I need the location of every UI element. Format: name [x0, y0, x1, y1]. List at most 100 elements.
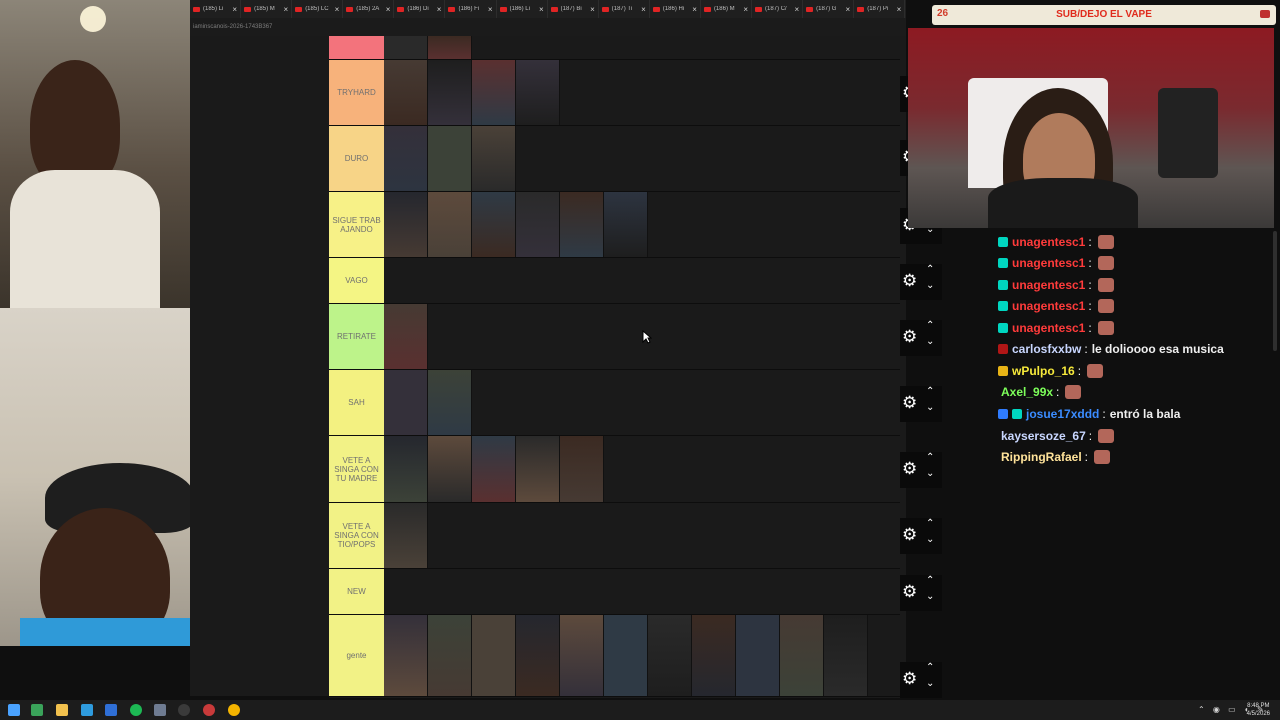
- browser-icon[interactable]: [81, 704, 93, 716]
- artist-thumbnail[interactable]: [560, 192, 604, 257]
- chat-username[interactable]: wPulpo_16: [1012, 364, 1075, 378]
- artist-thumbnail[interactable]: [384, 126, 428, 191]
- artist-thumbnail[interactable]: [516, 192, 560, 257]
- close-tab-icon[interactable]: ×: [743, 5, 748, 14]
- artist-thumbnail[interactable]: [428, 36, 472, 59]
- artist-thumbnail[interactable]: [516, 615, 560, 696]
- chevron-up-icon[interactable]: ⌃: [926, 452, 934, 463]
- artist-thumbnail[interactable]: [780, 615, 824, 696]
- chevron-down-icon[interactable]: ⌄: [926, 336, 934, 347]
- chat-username[interactable]: unagentesc1: [1012, 278, 1085, 292]
- tier-label[interactable]: [329, 36, 384, 59]
- chevron-up-icon[interactable]: ⌃: [926, 386, 934, 397]
- taskbar-clock[interactable]: 8:48 PM 4/5/2026: [1247, 702, 1270, 718]
- browser-tab[interactable]: (186) Di ×: [394, 0, 446, 18]
- tier-items[interactable]: [384, 436, 900, 502]
- artist-thumbnail[interactable]: [384, 36, 428, 59]
- artist-thumbnail[interactable]: [428, 370, 472, 435]
- chat-username[interactable]: carlosfxxbw: [1012, 342, 1081, 356]
- chat-username[interactable]: kaysersoze_67: [1001, 429, 1086, 443]
- artist-thumbnail[interactable]: [692, 615, 736, 696]
- gear-icon[interactable]: ⚙: [902, 669, 917, 689]
- tier-items[interactable]: [384, 36, 900, 59]
- chevron-down-icon[interactable]: ⌄: [926, 591, 934, 602]
- artist-thumbnail[interactable]: [648, 615, 692, 696]
- browser-tab[interactable]: (185) Li ×: [190, 0, 242, 18]
- artist-thumbnail[interactable]: [824, 615, 868, 696]
- browser-tab[interactable]: (186) M ×: [701, 0, 753, 18]
- chevron-down-icon[interactable]: ⌄: [926, 402, 934, 413]
- close-tab-icon[interactable]: ×: [539, 5, 544, 14]
- browser-tab[interactable]: (186) Fi ×: [445, 0, 497, 18]
- artist-thumbnail[interactable]: [384, 192, 428, 257]
- close-tab-icon[interactable]: ×: [386, 5, 391, 14]
- tier-label[interactable]: SAH: [329, 370, 384, 435]
- tier-label[interactable]: DURO: [329, 126, 384, 191]
- chat-username[interactable]: Axel_99x: [1001, 385, 1053, 399]
- tier-items[interactable]: [384, 126, 900, 191]
- close-tab-icon[interactable]: ×: [794, 5, 799, 14]
- artist-thumbnail[interactable]: [472, 436, 516, 502]
- artist-thumbnail[interactable]: [560, 615, 604, 696]
- gear-icon[interactable]: ⚙: [902, 582, 917, 602]
- chevron-down-icon[interactable]: ⌄: [926, 280, 934, 291]
- close-tab-icon[interactable]: ×: [897, 5, 902, 14]
- tier-items[interactable]: [384, 192, 900, 257]
- terminal-icon[interactable]: [31, 704, 43, 716]
- browser-tab[interactable]: (187) Pi ×: [854, 0, 906, 18]
- tier-label[interactable]: VAGO: [329, 258, 384, 303]
- browser-tab[interactable]: (187) Bi ×: [548, 0, 599, 18]
- chat-scrollbar[interactable]: [1273, 231, 1277, 351]
- close-tab-icon[interactable]: ×: [692, 5, 697, 14]
- chevron-up-icon[interactable]: ⌃: [926, 575, 934, 586]
- close-tab-icon[interactable]: ×: [590, 5, 595, 14]
- app-grid-icon[interactable]: [154, 704, 166, 716]
- chevron-up-icon[interactable]: ⌃: [926, 320, 934, 331]
- tier-label[interactable]: VETE A SINGA CON TIO/POPS: [329, 503, 384, 568]
- close-tab-icon[interactable]: ×: [335, 5, 340, 14]
- app-icon[interactable]: [105, 704, 117, 716]
- chat-username[interactable]: RippingRafael: [1001, 450, 1082, 464]
- artist-thumbnail[interactable]: [428, 615, 472, 696]
- chrome-icon[interactable]: [228, 704, 240, 716]
- artist-thumbnail[interactable]: [472, 126, 516, 191]
- chat-username[interactable]: unagentesc1: [1012, 256, 1085, 270]
- gear-icon[interactable]: ⚙: [902, 393, 917, 413]
- gear-icon[interactable]: ⚙: [902, 327, 917, 347]
- artist-thumbnail[interactable]: [428, 60, 472, 125]
- artist-thumbnail[interactable]: [472, 60, 516, 125]
- close-tab-icon[interactable]: ×: [641, 5, 646, 14]
- artist-thumbnail[interactable]: [428, 126, 472, 191]
- tier-label[interactable]: TRYHARD: [329, 60, 384, 125]
- tier-items[interactable]: [384, 615, 900, 696]
- artist-thumbnail[interactable]: [560, 436, 604, 502]
- artist-thumbnail[interactable]: [384, 60, 428, 125]
- close-tab-icon[interactable]: ×: [284, 5, 289, 14]
- spotify-icon[interactable]: [130, 704, 142, 716]
- tier-label[interactable]: NEW: [329, 569, 384, 614]
- chat-username[interactable]: unagentesc1: [1012, 321, 1085, 335]
- artist-thumbnail[interactable]: [384, 615, 428, 696]
- artist-thumbnail[interactable]: [472, 192, 516, 257]
- chevron-up-icon[interactable]: ⌃: [926, 264, 934, 275]
- chat-username[interactable]: unagentesc1: [1012, 235, 1085, 249]
- browser-tab[interactable]: (186) Hi ×: [650, 0, 701, 18]
- gear-icon[interactable]: ⚙: [902, 525, 917, 545]
- browser-tab[interactable]: (186) Li ×: [497, 0, 548, 18]
- close-tab-icon[interactable]: ×: [437, 5, 442, 14]
- close-tab-icon[interactable]: ×: [488, 5, 493, 14]
- browser-tab[interactable]: (185) M ×: [241, 0, 293, 18]
- chevron-up-icon[interactable]: ⌃: [926, 518, 934, 529]
- artist-thumbnail[interactable]: [736, 615, 780, 696]
- tier-items[interactable]: [384, 370, 900, 435]
- artist-thumbnail[interactable]: [516, 60, 560, 125]
- tier-items[interactable]: [384, 258, 900, 303]
- chevron-up-icon[interactable]: ⌃: [926, 662, 934, 673]
- browser-tab[interactable]: (185) LC ×: [292, 0, 344, 18]
- artist-thumbnail[interactable]: [472, 615, 516, 696]
- tier-items[interactable]: [384, 569, 900, 614]
- tier-label[interactable]: RETIRATE: [329, 304, 384, 369]
- gear-icon[interactable]: ⚙: [902, 459, 917, 479]
- artist-thumbnail[interactable]: [604, 192, 648, 257]
- chat-username[interactable]: josue17xddd: [1026, 407, 1099, 421]
